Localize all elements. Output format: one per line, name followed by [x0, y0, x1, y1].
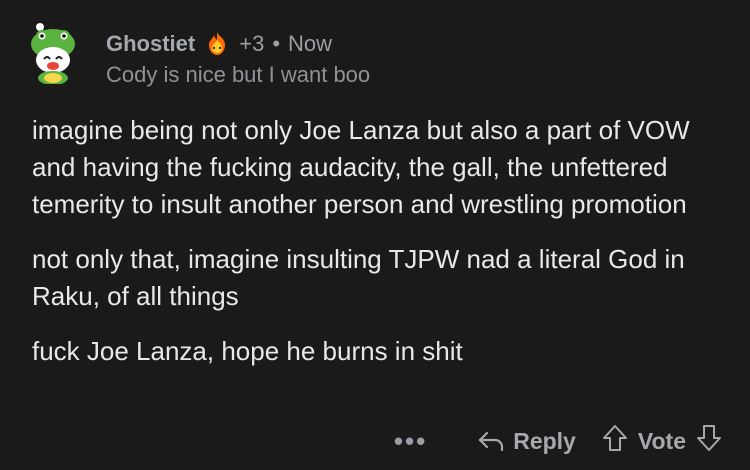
- comment-score: +3: [239, 31, 265, 56]
- vote-label: Vote: [637, 427, 686, 454]
- username[interactable]: Ghostiet: [106, 31, 195, 57]
- comment-meta-row: Ghostiet +3 • Now: [106, 30, 730, 58]
- upvote-button[interactable]: [602, 424, 628, 458]
- user-avatar[interactable]: [22, 22, 84, 85]
- snoo-frog-avatar-icon: [31, 23, 75, 85]
- comment-header: Ghostiet +3 • Now Cody is nice but I wan…: [106, 30, 730, 88]
- upvote-arrow-icon: [602, 425, 627, 451]
- reply-arrow-icon: [479, 431, 504, 452]
- user-flair: Cody is nice but I want boo: [106, 62, 371, 87]
- comment-body: imagine being not only Joe Lanza but als…: [32, 112, 732, 388]
- meta-separator: •: [272, 31, 281, 56]
- reply-button[interactable]: Reply: [477, 428, 576, 455]
- comment-timestamp: Now: [288, 31, 333, 56]
- downvote-arrow-icon: [697, 425, 721, 451]
- vote-group: Vote: [602, 424, 722, 458]
- more-options-button[interactable]: •••: [394, 428, 427, 454]
- comment-paragraph: fuck Joe Lanza, hope he burns in shit: [32, 336, 463, 366]
- comment-paragraph: imagine being not only Joe Lanza but als…: [32, 115, 690, 219]
- comment-paragraph: not only that, imagine insulting TJPW na…: [32, 244, 685, 311]
- comment-card: Ghostiet +3 • Now Cody is nice but I wan…: [0, 0, 750, 470]
- reply-label: Reply: [513, 427, 576, 454]
- comment-action-bar: ••• Reply Vote: [394, 424, 722, 458]
- downvote-button[interactable]: [696, 424, 722, 458]
- flame-award-icon[interactable]: [203, 30, 231, 58]
